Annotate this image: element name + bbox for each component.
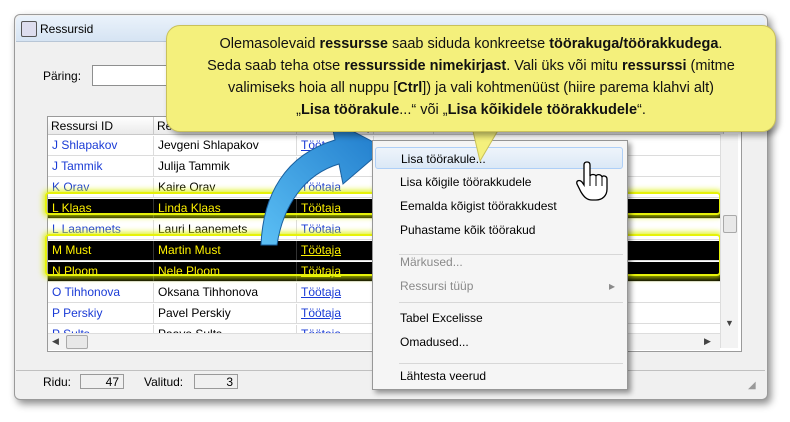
scroll-thumb[interactable]	[723, 215, 737, 233]
resource-type-cell[interactable]: Töötaja	[297, 283, 374, 302]
query-label: Päring:	[43, 69, 82, 83]
vertical-scrollbar[interactable]: ▼	[720, 134, 738, 348]
resource-id-cell[interactable]: J Tammik	[48, 157, 154, 176]
tooltip-text: valimiseks hoia all nuppu [	[228, 80, 398, 96]
menu-item-label: Puhastame kõik töörakud	[400, 223, 536, 237]
tooltip-text: ...“ või „	[399, 102, 448, 118]
scroll-right-icon[interactable]: ▶	[704, 336, 711, 347]
menu-item[interactable]: Tabel Excelisse	[373, 307, 625, 329]
resource-name-cell[interactable]: Oksana Tihhonova	[154, 283, 297, 302]
window-app-icon	[21, 21, 37, 37]
menu-separator	[399, 254, 623, 255]
scroll-left-icon[interactable]: ◀	[52, 336, 59, 347]
menu-item-label: Lisa kõigile töörakkudele	[400, 175, 532, 189]
menu-item[interactable]: Lähtesta veerud	[373, 365, 625, 387]
menu-item[interactable]: Omadused...	[373, 331, 625, 353]
tooltip-text: Olemasolevaid	[219, 36, 320, 52]
tooltip-balloon: Olemasolevaid ressursse saab siduda konk…	[166, 25, 776, 132]
scroll-down-icon[interactable]: ▼	[725, 318, 734, 328]
tooltip-bold: ressurssi	[622, 58, 687, 74]
tooltip-bold: Lisa töörakule	[300, 102, 400, 118]
tooltip-line-4: „Lisa töörakule...“ või „Lisa kõikidele …	[167, 102, 775, 118]
scroll-thumb-horizontal[interactable]	[66, 335, 88, 349]
tooltip-bold: Lisa kõikidele töörakkudele	[447, 102, 638, 118]
hand-cursor-icon	[576, 161, 608, 201]
resource-id-cell[interactable]: K Orav	[48, 178, 154, 197]
resource-type-cell[interactable]: Töötaja	[297, 262, 374, 281]
menu-item-label: Omadused...	[400, 335, 469, 349]
tooltip-line-1: Olemasolevaid ressursse saab siduda konk…	[167, 36, 775, 52]
tooltip-text: “.	[637, 102, 646, 118]
tooltip-bold: ressursse	[319, 36, 388, 52]
resource-type-cell[interactable]: Töötaja	[297, 304, 374, 323]
menu-separator	[399, 363, 623, 364]
tooltip-bold: Ctrl	[397, 80, 423, 96]
window-title: Ressursid	[40, 22, 94, 36]
selected-label: Valitud:	[144, 375, 184, 389]
selected-count: 3	[194, 374, 238, 389]
tooltip-text: saab siduda konkreetse	[388, 36, 550, 52]
tooltip-text: (mitme	[686, 58, 735, 74]
resource-id-cell[interactable]: L Klaas	[48, 199, 154, 218]
menu-item[interactable]: Ressursi tüüp ▸	[373, 275, 625, 297]
tooltip-text: .	[718, 36, 723, 52]
resource-id-cell[interactable]: M Must	[48, 241, 154, 260]
menu-item-label: Märkused...	[400, 255, 463, 269]
resource-id-cell[interactable]: J Shlapakov	[48, 136, 154, 155]
resize-grip-icon[interactable]: ◢	[748, 380, 756, 391]
tooltip-text: Seda saab teha otse	[207, 58, 345, 74]
column-header-id[interactable]: Ressursi ID	[48, 117, 154, 135]
menu-item-label: Tabel Excelisse	[400, 311, 483, 325]
menu-item-label: Eemalda kõigist töörakkudest	[400, 199, 557, 213]
tooltip-bold: ressursside nimekirjast	[344, 58, 507, 74]
menu-item-label: Ressursi tüüp	[400, 279, 474, 293]
tooltip-line-3: valimiseks hoia all nuppu [Ctrl]) ja val…	[167, 80, 775, 96]
resource-id-cell[interactable]: N Ploom	[48, 262, 154, 281]
resource-name-cell[interactable]: Pavel Perskiy	[154, 304, 297, 323]
menu-item-label: Lähtesta veerud	[400, 369, 487, 383]
rows-count: 47	[80, 374, 124, 389]
menu-separator	[399, 302, 623, 303]
rows-label: Ridu:	[43, 375, 72, 389]
menu-item[interactable]: Puhastame kõik töörakud	[373, 219, 625, 241]
tooltip-text: ]) ja vali kohtmenüüst (hiire parema kla…	[422, 80, 714, 96]
resource-id-cell[interactable]: O Tihhonova	[48, 283, 154, 302]
tooltip-line-2: Seda saab teha otse ressursside nimekirj…	[167, 58, 775, 74]
tooltip-text: . Vali üks või mitu	[506, 58, 622, 74]
resource-id-cell[interactable]: P Perskiy	[48, 304, 154, 323]
resource-name-cell[interactable]: Nele Ploom	[154, 262, 297, 281]
tooltip-bold: töörakuga/töörakkudega	[549, 36, 719, 52]
submenu-arrow-icon: ▸	[608, 279, 615, 293]
resource-id-cell[interactable]: L Laanemets	[48, 220, 154, 239]
